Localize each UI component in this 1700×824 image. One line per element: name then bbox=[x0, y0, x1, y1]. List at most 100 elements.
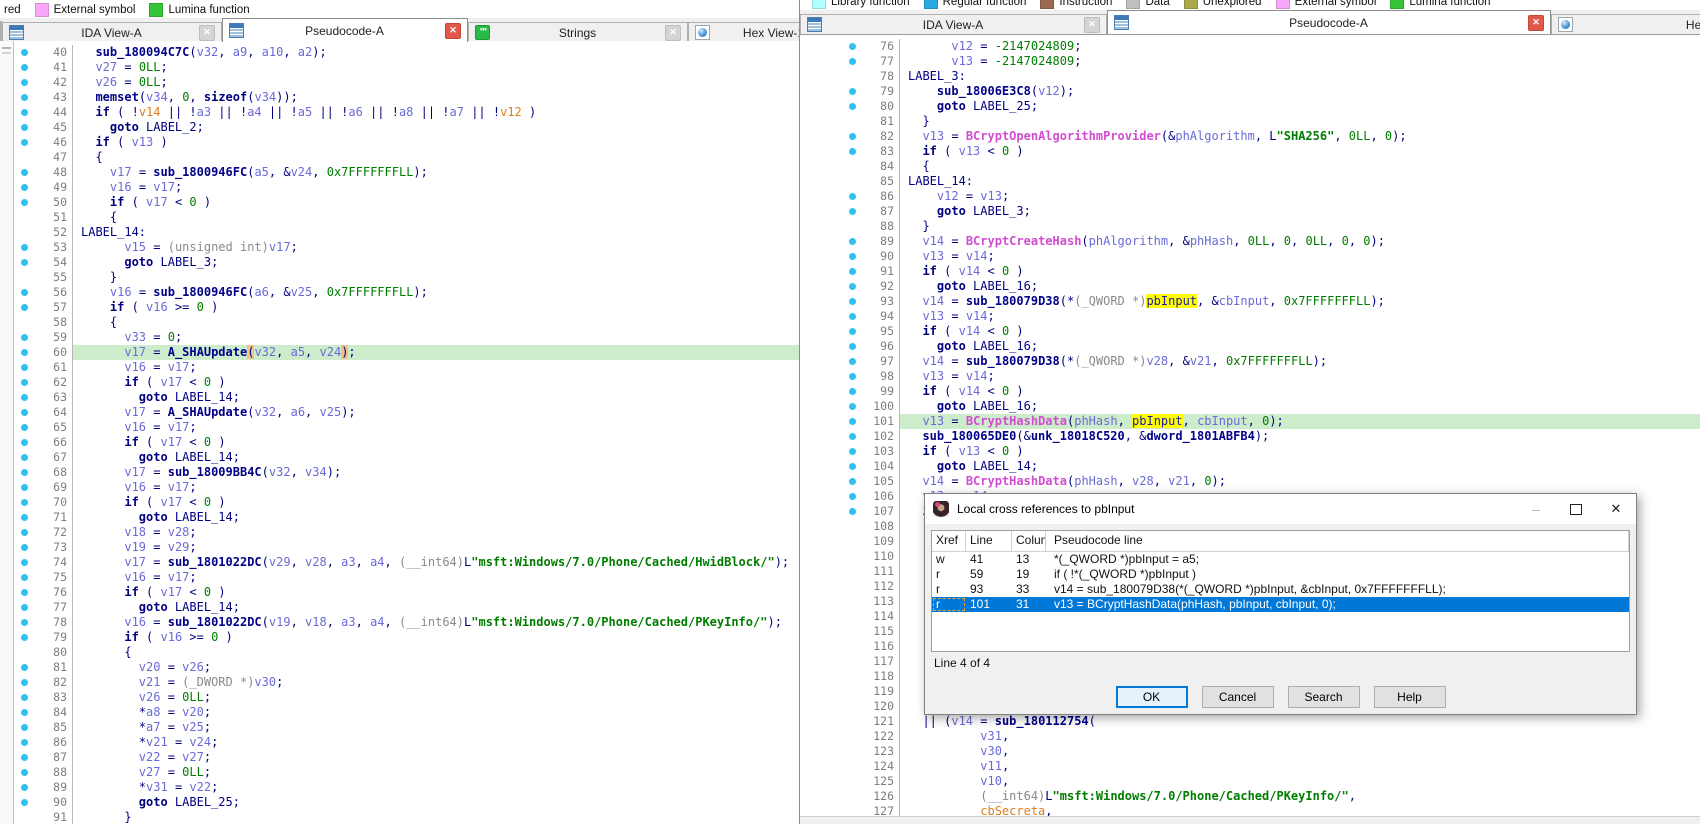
code-line[interactable]: 100 goto LABEL_16; bbox=[800, 399, 1700, 414]
code-line[interactable]: 67 goto LABEL_14; bbox=[14, 450, 799, 465]
code-line[interactable]: 80 goto LABEL_25; bbox=[800, 99, 1700, 114]
tab-strings[interactable]: Strings✕ bbox=[468, 22, 688, 42]
code-line[interactable]: 78 v16 = sub_1801022DC(v19, v18, a3, a4,… bbox=[14, 615, 799, 630]
code-line[interactable]: 53 v15 = (unsigned int)v17; bbox=[14, 240, 799, 255]
search-button[interactable]: Search bbox=[1288, 686, 1360, 708]
code-line[interactable]: 64 v17 = A_SHAUpdate(v32, a6, v25); bbox=[14, 405, 799, 420]
minimize-icon[interactable]: – bbox=[1516, 497, 1556, 521]
code-line[interactable]: 75 v16 = v17; bbox=[14, 570, 799, 585]
tab-close-icon[interactable]: ✕ bbox=[1084, 17, 1100, 33]
code-line[interactable]: 89 *v31 = v22; bbox=[14, 780, 799, 795]
code-line[interactable]: 77 goto LABEL_14; bbox=[14, 600, 799, 615]
code-line[interactable]: 85LABEL_14: bbox=[800, 174, 1700, 189]
code-line[interactable]: 61 v16 = v17; bbox=[14, 360, 799, 375]
close-icon[interactable]: ✕ bbox=[1596, 497, 1636, 521]
code-line[interactable]: 81 v20 = v26; bbox=[14, 660, 799, 675]
code-line[interactable]: 121 || (v14 = sub_180112754( bbox=[800, 714, 1700, 729]
code-line[interactable]: 60 v17 = A_SHAUpdate(v32, a5, v24); bbox=[14, 345, 799, 360]
code-line[interactable]: 80 { bbox=[14, 645, 799, 660]
code-line[interactable]: 77 v13 = -2147024809; bbox=[800, 54, 1700, 69]
code-line[interactable]: 103 if ( v13 < 0 ) bbox=[800, 444, 1700, 459]
code-line[interactable]: 94 v13 = v14; bbox=[800, 309, 1700, 324]
code-line[interactable]: 78LABEL_3: bbox=[800, 69, 1700, 84]
code-line[interactable]: 84 *a8 = v20; bbox=[14, 705, 799, 720]
code-line[interactable]: 54 goto LABEL_3; bbox=[14, 255, 799, 270]
code-line[interactable]: 90 goto LABEL_25; bbox=[14, 795, 799, 810]
pseudocode-pane-left[interactable]: 40 sub_180094C7C(v32, a9, a10, a2);41 v2… bbox=[14, 41, 799, 824]
code-line[interactable]: 99 if ( v14 < 0 ) bbox=[800, 384, 1700, 399]
code-line[interactable]: 41 v27 = 0LL; bbox=[14, 60, 799, 75]
code-line[interactable]: 76 v12 = -2147024809; bbox=[800, 39, 1700, 54]
code-line[interactable]: 48 v17 = sub_1800946FC(a5, &v24, 0x7FFFF… bbox=[14, 165, 799, 180]
code-line[interactable]: 62 if ( v17 < 0 ) bbox=[14, 375, 799, 390]
code-line[interactable]: 89 v14 = BCryptCreateHash(phAlgorithm, &… bbox=[800, 234, 1700, 249]
code-line[interactable]: 46 if ( v13 ) bbox=[14, 135, 799, 150]
code-line[interactable]: 84 { bbox=[800, 159, 1700, 174]
code-line[interactable]: 83 v26 = 0LL; bbox=[14, 690, 799, 705]
code-line[interactable]: 82 v13 = BCryptOpenAlgorithmProvider(&ph… bbox=[800, 129, 1700, 144]
column-header-line[interactable]: Line bbox=[966, 531, 1012, 551]
code-line[interactable]: 98 v13 = v14; bbox=[800, 369, 1700, 384]
code-line[interactable]: 81 } bbox=[800, 114, 1700, 129]
code-line[interactable]: 101 v13 = BCryptHashData(phHash, pbInput… bbox=[800, 414, 1700, 429]
code-line[interactable]: 91 } bbox=[14, 810, 799, 824]
code-line[interactable]: 88 } bbox=[800, 219, 1700, 234]
code-line[interactable]: 82 v21 = (_DWORD *)v30; bbox=[14, 675, 799, 690]
table-row[interactable]: r10131v13 = BCryptHashData(phHash, pbInp… bbox=[932, 597, 1629, 612]
code-line[interactable]: 65 v16 = v17; bbox=[14, 420, 799, 435]
code-line[interactable]: 66 if ( v17 < 0 ) bbox=[14, 435, 799, 450]
code-line[interactable]: 44 if ( !v14 || !a3 || !a4 || !a5 || !a6… bbox=[14, 105, 799, 120]
column-header-xref[interactable]: Xref bbox=[932, 531, 966, 551]
code-line[interactable]: 43 memset(v34, 0, sizeof(v34)); bbox=[14, 90, 799, 105]
maximize-icon[interactable] bbox=[1556, 497, 1596, 521]
code-line[interactable]: 96 goto LABEL_16; bbox=[800, 339, 1700, 354]
code-line[interactable]: 52LABEL_14: bbox=[14, 225, 799, 240]
code-line[interactable]: 55 } bbox=[14, 270, 799, 285]
code-line[interactable]: 72 v18 = v28; bbox=[14, 525, 799, 540]
code-line[interactable]: 91 if ( v14 < 0 ) bbox=[800, 264, 1700, 279]
code-line[interactable]: 97 v14 = sub_180079D38(*(_QWORD *)v28, &… bbox=[800, 354, 1700, 369]
tab-pseudocode-a[interactable]: Pseudocode-A✕ bbox=[222, 18, 468, 42]
code-line[interactable]: 74 v17 = sub_1801022DC(v29, v28, a3, a4,… bbox=[14, 555, 799, 570]
code-line[interactable]: 49 v16 = v17; bbox=[14, 180, 799, 195]
code-line[interactable]: 63 goto LABEL_14; bbox=[14, 390, 799, 405]
tab-close-icon[interactable]: ✕ bbox=[665, 25, 681, 41]
tab-hex-view-1[interactable]: Hex View-1 bbox=[688, 22, 799, 42]
code-line[interactable]: 76 if ( v17 < 0 ) bbox=[14, 585, 799, 600]
code-line[interactable]: 58 { bbox=[14, 315, 799, 330]
code-line[interactable]: 124 v11, bbox=[800, 759, 1700, 774]
column-header-pseudocode-line[interactable]: Pseudocode line bbox=[1046, 531, 1629, 551]
tab-hex-view-1[interactable]: Hex View-1 bbox=[1551, 14, 1700, 34]
code-line[interactable]: 57 if ( v16 >= 0 ) bbox=[14, 300, 799, 315]
code-line[interactable]: 47 { bbox=[14, 150, 799, 165]
table-row[interactable]: r5919if ( !*(_QWORD *)pbInput ) bbox=[932, 567, 1629, 582]
ok-button[interactable]: OK bbox=[1116, 686, 1188, 708]
code-line[interactable]: 92 goto LABEL_16; bbox=[800, 279, 1700, 294]
code-line[interactable]: 59 v33 = 0; bbox=[14, 330, 799, 345]
code-line[interactable]: 71 goto LABEL_14; bbox=[14, 510, 799, 525]
code-line[interactable]: 86 v12 = v13; bbox=[800, 189, 1700, 204]
code-line[interactable]: 122 v31, bbox=[800, 729, 1700, 744]
code-line[interactable]: 85 *a7 = v25; bbox=[14, 720, 799, 735]
tab-close-icon[interactable]: ✕ bbox=[199, 25, 215, 41]
code-line[interactable]: 69 v16 = v17; bbox=[14, 480, 799, 495]
tab-close-icon[interactable]: ✕ bbox=[1528, 15, 1544, 31]
code-line[interactable]: 87 goto LABEL_3; bbox=[800, 204, 1700, 219]
code-line[interactable]: 68 v17 = sub_18009BB4C(v32, v34); bbox=[14, 465, 799, 480]
xref-dialog-titlebar[interactable]: Local cross references to pbInput – ✕ bbox=[925, 494, 1636, 524]
xref-table[interactable]: XrefLineColumnPseudocode line w4113*(_QW… bbox=[931, 530, 1630, 652]
horizontal-scrollbar[interactable] bbox=[800, 816, 1700, 824]
code-line[interactable]: 125 v10, bbox=[800, 774, 1700, 789]
code-line[interactable]: 79 sub_18006E3C8(v12); bbox=[800, 84, 1700, 99]
code-line[interactable]: 102 sub_180065DE0(&unk_18018C520, &dword… bbox=[800, 429, 1700, 444]
code-line[interactable]: 45 goto LABEL_2; bbox=[14, 120, 799, 135]
code-line[interactable]: 51 { bbox=[14, 210, 799, 225]
code-line[interactable]: 83 if ( v13 < 0 ) bbox=[800, 144, 1700, 159]
code-line[interactable]: 79 if ( v16 >= 0 ) bbox=[14, 630, 799, 645]
tab-ida-view-a[interactable]: IDA View-A✕ bbox=[800, 14, 1107, 34]
code-line[interactable]: 87 v22 = v27; bbox=[14, 750, 799, 765]
code-line[interactable]: 105 v14 = BCryptHashData(phHash, v28, v2… bbox=[800, 474, 1700, 489]
code-line[interactable]: 126 (__int64)L"msft:Windows/7.0/Phone/Ca… bbox=[800, 789, 1700, 804]
code-line[interactable]: 50 if ( v17 < 0 ) bbox=[14, 195, 799, 210]
code-line[interactable]: 123 v30, bbox=[800, 744, 1700, 759]
